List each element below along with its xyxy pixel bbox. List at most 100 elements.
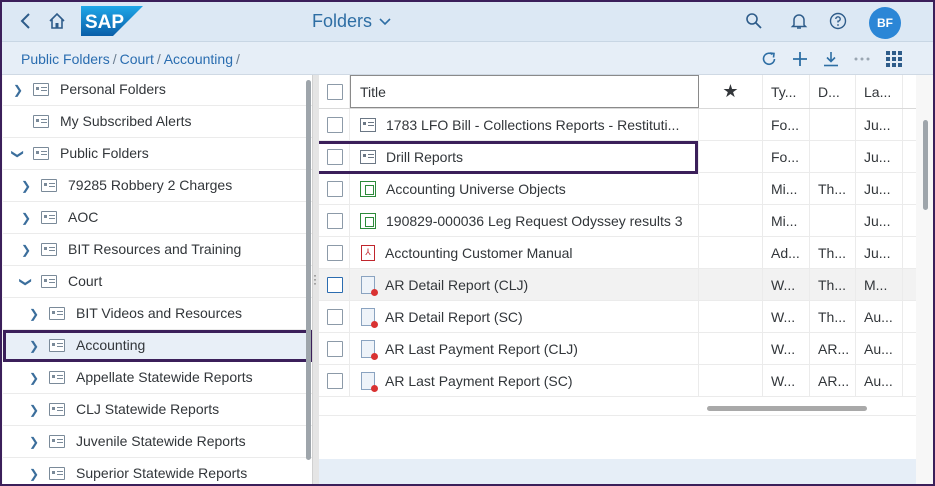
favorite-cell[interactable] xyxy=(699,205,763,236)
header-type[interactable]: Ty... xyxy=(763,75,810,108)
title-cell[interactable]: AR Last Payment Report (SC) xyxy=(350,365,699,396)
splitter-grip-icon[interactable]: · · · xyxy=(313,269,317,289)
title-cell[interactable]: AR Detail Report (SC) xyxy=(350,301,699,332)
header-last-run[interactable]: La... xyxy=(856,75,903,108)
row-checkbox[interactable] xyxy=(327,276,343,293)
tree-item-79285-robbery[interactable]: ❯ 79285 Robbery 2 Charges xyxy=(3,170,312,202)
tree-item-superior[interactable]: ❯ Superior Statewide Reports xyxy=(3,458,312,486)
breadcrumb-item-public-folders[interactable]: Public Folders xyxy=(21,51,110,67)
tree-item-juvenile[interactable]: ❯ Juvenile Statewide Reports xyxy=(3,426,312,458)
table-row[interactable]: AR Last Payment Report (CLJ) W... AR... Au.… xyxy=(319,333,916,365)
row-title[interactable]: Acctounting Customer Manual xyxy=(385,245,573,261)
title-cell[interactable]: 190829-000036 Leg Request Odyssey result… xyxy=(350,205,699,236)
row-checkbox[interactable] xyxy=(327,180,343,197)
refresh-icon[interactable] xyxy=(760,50,778,68)
title-cell[interactable]: AR Detail Report (CLJ) xyxy=(350,269,699,300)
table-row[interactable]: ⅄ Acctounting Customer Manual Ad... Th... Ju… xyxy=(319,237,916,269)
tree-item-public-folders[interactable]: ❯ Public Folders xyxy=(3,138,312,170)
download-icon[interactable] xyxy=(822,50,840,68)
avatar[interactable]: BF xyxy=(869,7,901,39)
title-cell[interactable]: Accounting Universe Objects xyxy=(350,173,699,204)
table-row[interactable]: 190829-000036 Leg Request Odyssey result… xyxy=(319,205,916,237)
row-title[interactable]: AR Detail Report (CLJ) xyxy=(385,277,528,293)
favorite-cell[interactable] xyxy=(699,269,763,300)
row-title[interactable]: AR Last Payment Report (SC) xyxy=(385,373,573,389)
home-icon[interactable] xyxy=(47,11,67,31)
header-title[interactable]: Title xyxy=(350,75,699,108)
header-last-run-label: La... xyxy=(864,83,892,100)
row-checkbox[interactable] xyxy=(327,244,343,261)
title-cell[interactable]: AR Last Payment Report (CLJ) xyxy=(350,333,699,364)
favorite-cell[interactable] xyxy=(699,237,763,268)
grid-view-icon[interactable] xyxy=(885,50,903,68)
row-title[interactable]: AR Detail Report (SC) xyxy=(385,309,523,325)
row-type: Mi... xyxy=(771,212,798,229)
tree-item-appellate[interactable]: ❯ Appellate Statewide Reports xyxy=(3,362,312,394)
tree-item-court[interactable]: ❯ Court xyxy=(3,266,312,298)
row-checkbox[interactable] xyxy=(327,372,343,389)
chevron-right-icon[interactable]: ❯ xyxy=(27,467,41,481)
table-row[interactable]: Accounting Universe Objects Mi... Th... Ju.… xyxy=(319,173,916,205)
row-checkbox[interactable] xyxy=(327,308,343,325)
breadcrumb-item-court[interactable]: Court xyxy=(120,51,154,67)
chevron-right-icon[interactable]: ❯ xyxy=(27,371,41,385)
header-description[interactable]: D... xyxy=(810,75,856,108)
favorite-cell[interactable] xyxy=(699,333,763,364)
chevron-right-icon[interactable]: ❯ xyxy=(11,83,25,97)
tree-item-my-subscribed-alerts[interactable]: My Subscribed Alerts xyxy=(3,106,312,138)
row-type: W... xyxy=(771,372,796,389)
row-title[interactable]: Accounting Universe Objects xyxy=(386,181,566,197)
row-title[interactable]: 1783 LFO Bill - Collections Reports - Re… xyxy=(386,117,679,133)
chevron-down-icon[interactable]: ❯ xyxy=(11,147,25,161)
row-title[interactable]: AR Last Payment Report (CLJ) xyxy=(385,341,578,357)
add-icon[interactable] xyxy=(791,50,809,68)
horizontal-scrollbar[interactable] xyxy=(707,406,867,411)
favorite-cell[interactable] xyxy=(699,109,763,140)
table-row[interactable]: 1783 LFO Bill - Collections Reports - Re… xyxy=(319,109,916,141)
more-icon[interactable] xyxy=(853,50,871,68)
table-row[interactable]: AR Last Payment Report (SC) W... AR... Au..… xyxy=(319,365,916,397)
tree-item-clj[interactable]: ❯ CLJ Statewide Reports xyxy=(3,394,312,426)
row-title[interactable]: 190829-000036 Leg Request Odyssey result… xyxy=(386,213,683,229)
chevron-down-icon[interactable]: ❯ xyxy=(19,275,33,289)
shell-title[interactable]: Folders xyxy=(312,11,392,32)
chevron-right-icon[interactable]: ❯ xyxy=(27,307,41,321)
chevron-right-icon[interactable]: ❯ xyxy=(27,403,41,417)
help-icon[interactable] xyxy=(828,11,848,31)
tree-item-accounting[interactable]: ❯ Accounting xyxy=(3,330,312,362)
table-row[interactable]: AR Detail Report (CLJ) W... Th... M... xyxy=(319,269,916,301)
row-checkbox[interactable] xyxy=(327,116,343,133)
universe-icon xyxy=(360,212,376,229)
header-favorite[interactable]: ★ xyxy=(699,75,763,108)
tree-item-aoc[interactable]: ❯ AOC xyxy=(3,202,312,234)
chevron-right-icon[interactable]: ❯ xyxy=(19,243,33,257)
favorite-cell[interactable] xyxy=(699,301,763,332)
favorite-cell[interactable] xyxy=(699,173,763,204)
type-cell: Fo... xyxy=(763,141,810,172)
vertical-scrollbar[interactable] xyxy=(923,120,928,210)
chevron-right-icon[interactable]: ❯ xyxy=(27,435,41,449)
breadcrumb-item-accounting[interactable]: Accounting xyxy=(164,51,233,67)
title-cell[interactable]: ⅄ Acctounting Customer Manual xyxy=(350,237,699,268)
folder-icon xyxy=(49,371,65,384)
search-icon[interactable] xyxy=(744,11,764,31)
favorite-cell[interactable] xyxy=(699,141,763,172)
row-checkbox[interactable] xyxy=(327,212,343,229)
row-checkbox[interactable] xyxy=(327,340,343,357)
table-row[interactable]: AR Detail Report (SC) W... Th... Au... xyxy=(319,301,916,333)
back-icon[interactable] xyxy=(16,11,36,31)
tree-item-bit-videos[interactable]: ❯ BIT Videos and Resources xyxy=(3,298,312,330)
chevron-right-icon[interactable]: ❯ xyxy=(19,211,33,225)
bell-icon[interactable] xyxy=(789,11,809,31)
tree-item-bit-resources[interactable]: ❯ BIT Resources and Training xyxy=(3,234,312,266)
tree-item-label: Superior Statewide Reports xyxy=(76,465,248,481)
tree-item-personal-folders[interactable]: ❯ Personal Folders xyxy=(3,75,312,106)
row-description: AR... xyxy=(818,340,850,357)
chevron-right-icon[interactable]: ❯ xyxy=(27,339,41,353)
favorite-cell[interactable] xyxy=(699,365,763,396)
title-cell[interactable]: 1783 LFO Bill - Collections Reports - Re… xyxy=(350,109,699,140)
chevron-right-icon[interactable]: ❯ xyxy=(19,179,33,193)
last-run-cell: Au... xyxy=(856,365,903,396)
select-all-checkbox[interactable] xyxy=(327,83,343,100)
tree-scrollbar[interactable] xyxy=(306,80,311,460)
